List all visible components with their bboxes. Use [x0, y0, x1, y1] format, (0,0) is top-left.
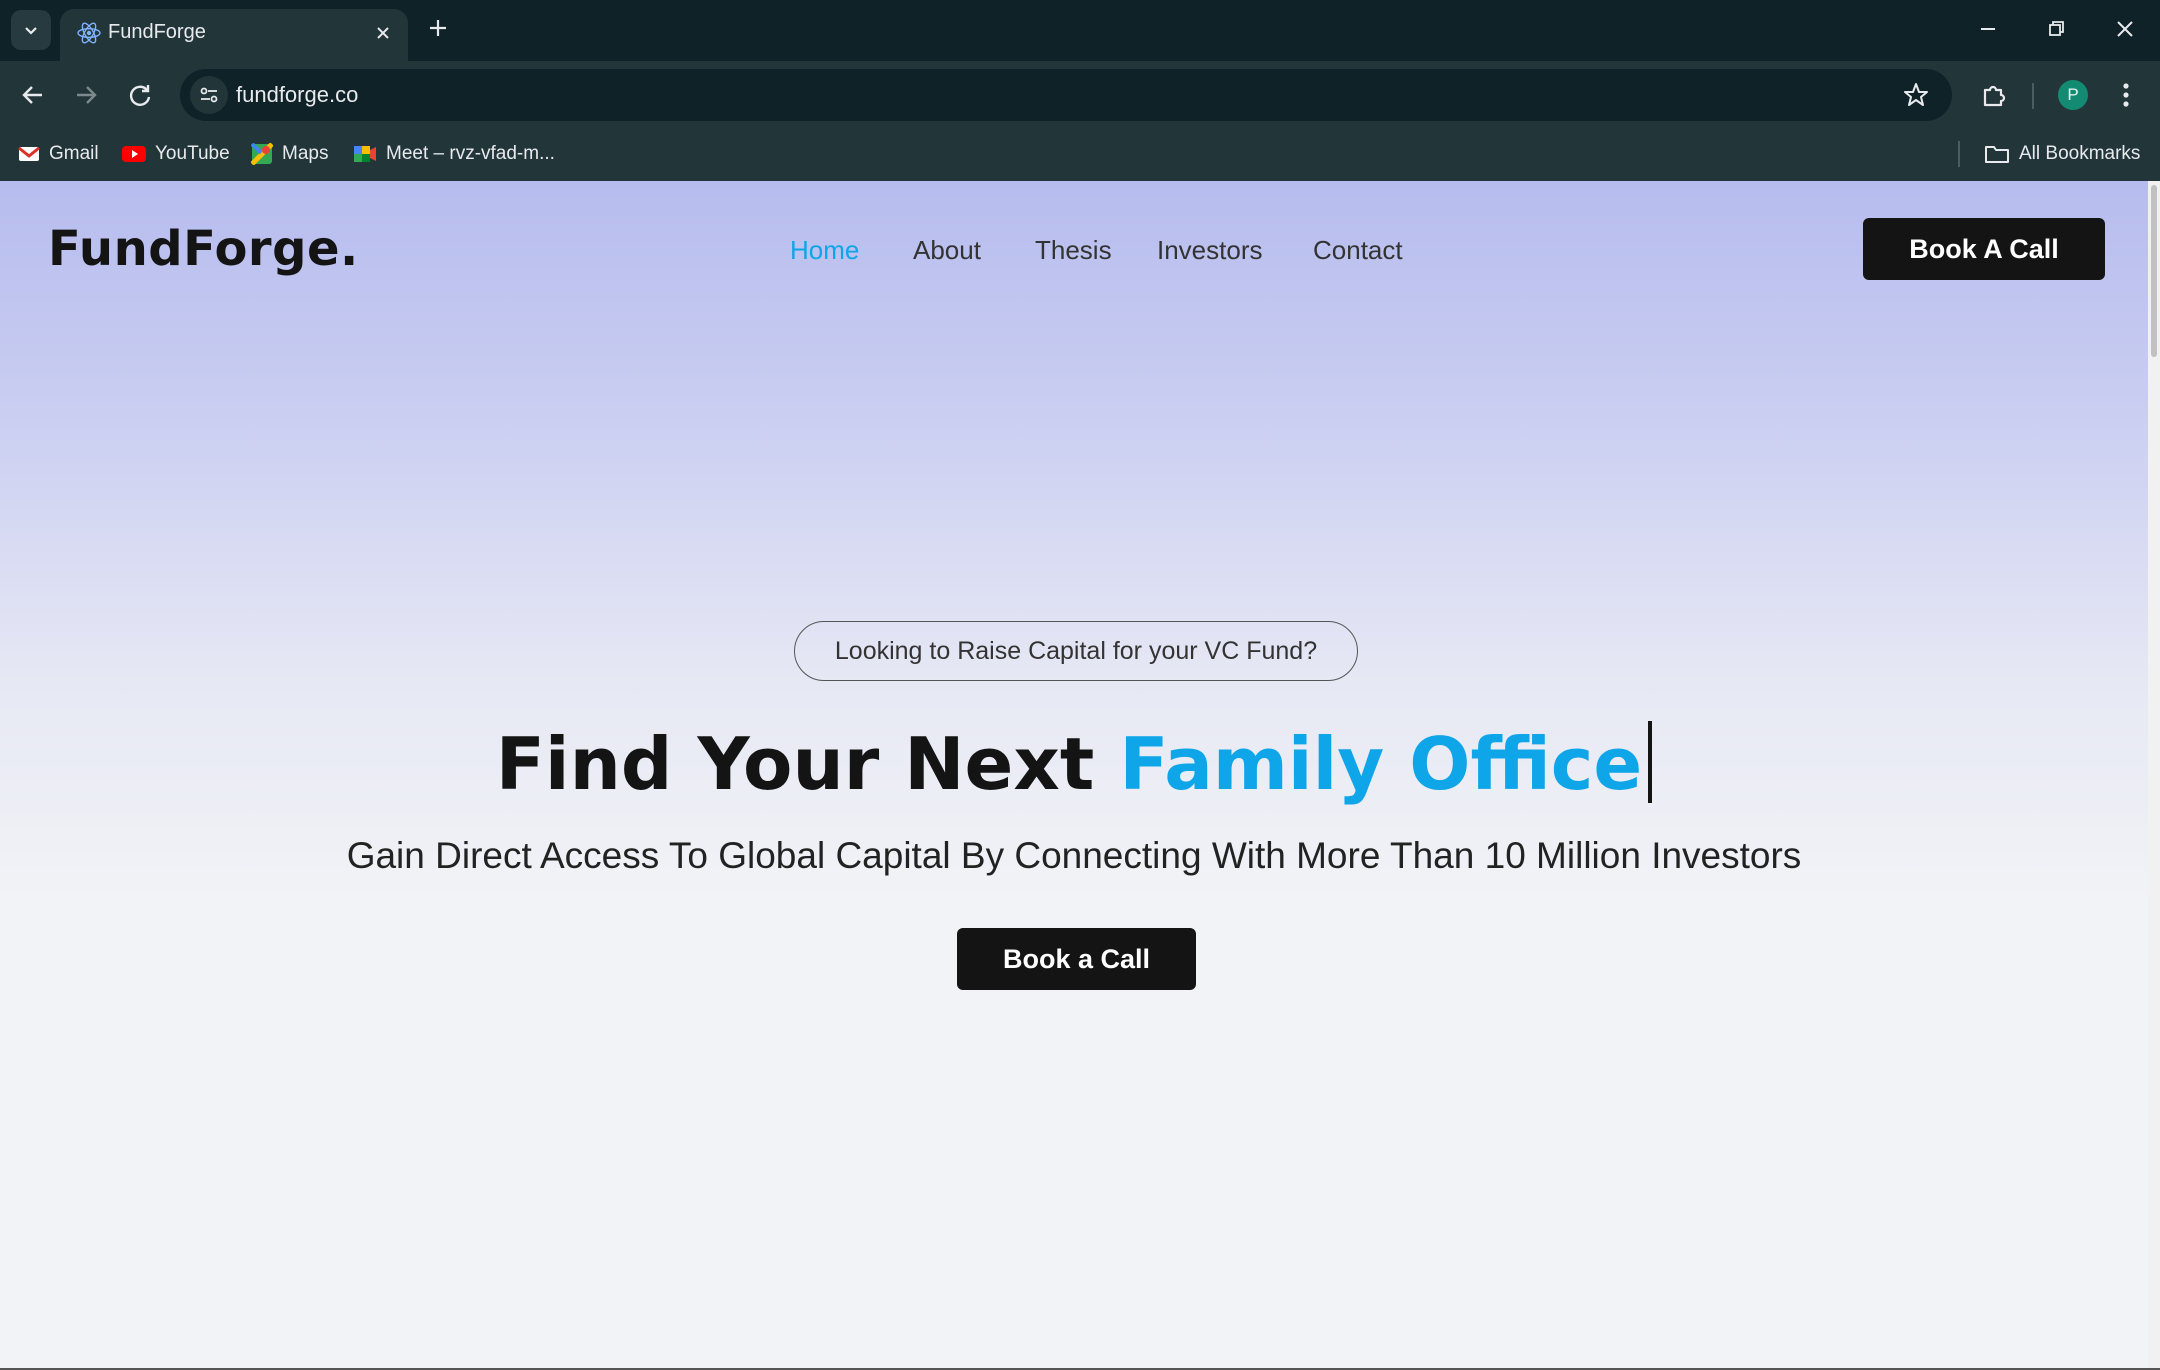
typing-caret [1648, 721, 1653, 803]
address-bar[interactable]: fundforge.co [180, 69, 1952, 121]
nav-link-home[interactable]: Home [790, 235, 859, 266]
bookmark-youtube[interactable]: YouTube [122, 139, 230, 169]
site-logo[interactable]: FundForge. [48, 221, 359, 277]
chevron-down-icon [25, 27, 37, 35]
new-tab-plus-icon[interactable] [424, 14, 452, 42]
headline-highlight: Family Office [1119, 722, 1643, 806]
browser-tab[interactable]: FundForge [60, 9, 408, 61]
minimize-icon[interactable] [1973, 14, 2003, 44]
bookmark-label: Meet – rvz-vfad-m... [386, 143, 555, 164]
profile-avatar[interactable]: P [2058, 80, 2088, 110]
browser-toolbar: fundforge.co P [0, 61, 2160, 129]
bookmark-meet[interactable]: Meet – rvz-vfad-m... [353, 139, 555, 169]
bookmark-label: Maps [282, 143, 329, 164]
all-bookmarks-button[interactable]: All Bookmarks [1984, 139, 2140, 169]
nav-link-investors[interactable]: Investors [1157, 235, 1263, 266]
bookmarks-bar: Gmail YouTube Maps Meet – rvz-vfad-m... … [0, 129, 2160, 181]
book-a-call-hero-button[interactable]: Book a Call [957, 928, 1196, 990]
site-info-button[interactable] [190, 76, 228, 114]
toolbar-separator [2032, 83, 2034, 109]
nav-link-contact[interactable]: Contact [1313, 235, 1403, 266]
web-page: FundForge. Home About Thesis Investors C… [0, 181, 2148, 1370]
tab-title: FundForge [108, 21, 206, 43]
forward-arrow-icon[interactable] [69, 78, 103, 112]
tab-search-button[interactable] [11, 10, 51, 50]
bookmark-gmail[interactable]: Gmail [18, 139, 99, 169]
browser-tab-bar: FundForge [0, 0, 2160, 61]
close-icon[interactable] [370, 20, 396, 46]
more-menu-icon[interactable] [2114, 78, 2138, 112]
react-atom-icon [77, 22, 101, 44]
nav-link-about[interactable]: About [913, 235, 981, 266]
bookmark-label: Gmail [49, 143, 99, 164]
youtube-icon [122, 146, 146, 162]
book-a-call-header-button[interactable]: Book A Call [1863, 218, 2105, 280]
window-close-icon[interactable] [2110, 14, 2140, 44]
meet-icon [354, 146, 376, 162]
hero-subtitle: Gain Direct Access To Global Capital By … [346, 835, 1802, 876]
hero-eyebrow-pill: Looking to Raise Capital for your VC Fun… [794, 621, 1358, 681]
scrollbar-track[interactable] [2148, 181, 2160, 1370]
bookmark-maps[interactable]: Maps [251, 139, 328, 169]
tune-icon [200, 87, 218, 103]
bookmarks-separator [1958, 141, 1960, 167]
folder-icon [1985, 146, 2009, 163]
bookmark-star-icon[interactable] [1902, 81, 1930, 109]
headline-prefix: Find Your Next [495, 722, 1120, 806]
maps-icon [251, 143, 273, 165]
scrollbar-thumb[interactable] [2151, 185, 2157, 357]
reload-icon[interactable] [123, 78, 157, 112]
nav-link-thesis[interactable]: Thesis [1035, 235, 1112, 266]
gmail-icon [18, 146, 40, 161]
extensions-puzzle-icon[interactable] [1977, 78, 2011, 112]
bookmark-label: YouTube [155, 143, 230, 164]
all-bookmarks-label: All Bookmarks [2019, 143, 2141, 164]
url-text[interactable]: fundforge.co [236, 82, 358, 108]
restore-icon[interactable] [2041, 14, 2071, 44]
hero-headline: Find Your Next Family Office [0, 721, 2148, 806]
back-arrow-icon[interactable] [16, 78, 50, 112]
